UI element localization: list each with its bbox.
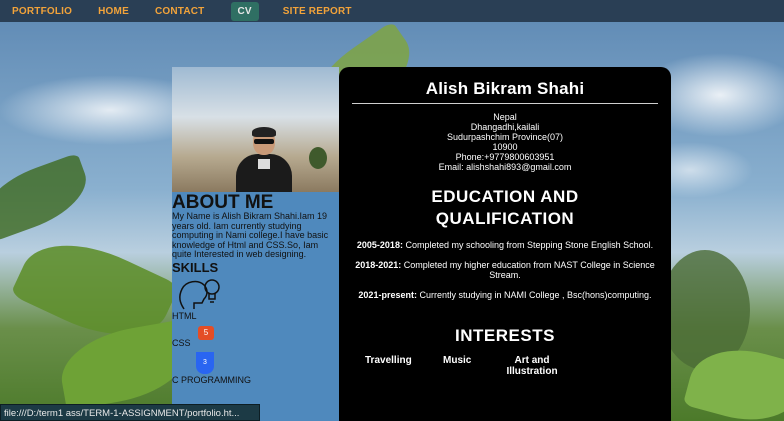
- education-text: Completed my schooling from Stepping Sto…: [402, 240, 654, 250]
- education-period: 2021-present:: [358, 290, 417, 300]
- css3-icon: 3: [196, 351, 214, 374]
- nav-portfolio[interactable]: PORTFOLIO: [12, 3, 72, 20]
- skills-title: SKILLS: [172, 259, 219, 275]
- education-title-line-1: EDUCATION AND: [431, 187, 579, 206]
- html5-badge-row: 5: [172, 322, 339, 340]
- contact-line: 10900: [492, 142, 518, 152]
- html5-icon: 5: [198, 325, 214, 340]
- education-period: 2005-2018:: [356, 240, 403, 250]
- about-title: ABOUT ME: [172, 192, 274, 213]
- profile-photo: [172, 67, 339, 192]
- contact-line: Phone:+9779800603951: [455, 152, 555, 162]
- top-navbar: PORTFOLIO HOME CONTACT CV SITE REPORT: [0, 0, 784, 22]
- browser-status-url: file:///D:/term1 ass/TERM-1-ASSIGNMENT/p…: [0, 404, 260, 421]
- education-item: 2021-present: Currently studying in NAMI…: [339, 290, 671, 300]
- education-title-line-2: QUALIFICATION: [435, 209, 575, 228]
- contact-line: Sudurpashchim Province(07): [446, 132, 564, 142]
- nav-contact[interactable]: CONTACT: [155, 3, 205, 20]
- education-text: Completed my higher education from NAST …: [401, 260, 655, 280]
- photo-tree: [309, 147, 327, 169]
- contact-line: Nepal: [493, 112, 517, 122]
- nav-cv[interactable]: CV: [230, 1, 259, 21]
- about-sidebar: ABOUT ME My Name is Alish Bikram Shahi.I…: [172, 67, 339, 421]
- photo-person: [236, 127, 292, 192]
- interest-item: Art and Illustration: [506, 355, 558, 377]
- divider: [352, 103, 658, 104]
- interests-list: Travelling Music Art and Illustration: [339, 355, 671, 377]
- education-text: Currently studying in NAMI College , Bsc…: [416, 290, 652, 300]
- skill-label-html: HTML: [172, 310, 197, 321]
- cv-panel: Alish Bikram Shahi Nepal Dhangadhi,kaila…: [339, 67, 671, 421]
- css3-badge-row: 3: [172, 349, 339, 375]
- education-title: EDUCATION AND QUALIFICATION: [339, 186, 671, 230]
- about-text: My Name is Alish Bikram Shahi.Iam 19 yea…: [172, 211, 329, 259]
- education-period: 2018-2021:: [355, 260, 402, 270]
- nav-home[interactable]: HOME: [98, 3, 129, 20]
- interests-title: INTERESTS: [455, 326, 555, 345]
- interest-item: Travelling: [365, 355, 412, 366]
- contact-line: Email: alishshahi893@gmail.com: [438, 162, 572, 172]
- interest-item: Music: [443, 355, 472, 366]
- contact-line: Dhangadhi,kailali: [470, 122, 540, 132]
- skill-label-css: CSS: [172, 337, 191, 348]
- education-item: 2005-2018: Completed my schooling from S…: [339, 240, 671, 250]
- lightbulb-head-icon: [172, 275, 339, 311]
- nav-site-report[interactable]: SITE REPORT: [283, 3, 352, 20]
- contact-block: Nepal Dhangadhi,kailali Sudurpashchim Pr…: [339, 112, 671, 172]
- skill-label-c-programming: C PROGRAMMING: [172, 374, 252, 385]
- cv-name: Alish Bikram Shahi: [425, 79, 585, 98]
- education-item: 2018-2021: Completed my higher education…: [339, 260, 671, 280]
